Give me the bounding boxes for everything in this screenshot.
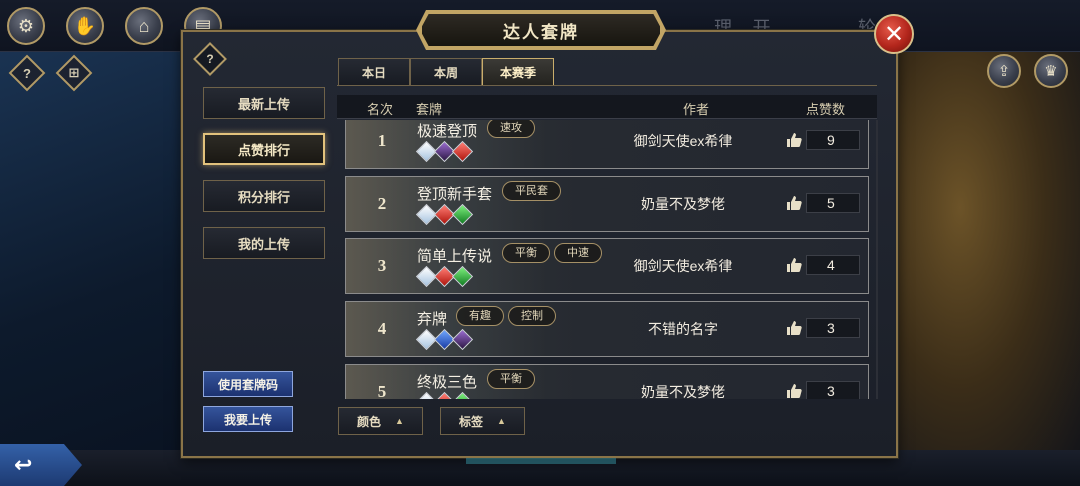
deck-name: 弃牌 (417, 311, 448, 328)
like-count[interactable]: 3 (786, 380, 860, 399)
table-header: 名次 套牌 作者 点赞数 (337, 95, 877, 119)
bottom-glow (466, 458, 616, 464)
handshake-icon: ✋ (73, 15, 97, 36)
share-button[interactable]: ⇪ (987, 54, 1021, 88)
deck-author: 奶量不及梦佬 (641, 384, 725, 399)
row-rank: 3 (377, 256, 387, 275)
tab-season[interactable]: 本赛季 (482, 58, 554, 86)
table-row[interactable]: 3 简单上传说 平衡 中速 御剑天使ex希律 4 (345, 238, 869, 294)
col-deck: 套牌 (416, 102, 443, 117)
color-filter-label: 颜色 (357, 414, 382, 429)
table-row[interactable]: 1 极速登顶 速攻 御剑天使ex希律 9 (345, 120, 869, 169)
col-likes: 点赞数 (806, 102, 846, 117)
home-button[interactable]: ⌂ (125, 7, 163, 45)
gift-icon: ⊞ (68, 65, 80, 80)
list-scrollbar[interactable] (876, 120, 878, 399)
tab-week[interactable]: 本周 (410, 58, 482, 86)
deck-colors (415, 328, 474, 351)
close-button[interactable]: ✕ (874, 14, 914, 54)
deck-name: 极速登顶 (417, 123, 478, 140)
settings-button[interactable]: ⚙ (7, 7, 45, 45)
deck-colors (415, 203, 474, 226)
like-count-value: 9 (806, 130, 860, 150)
deck-tag: 速攻 (487, 120, 535, 138)
deck-colors (415, 265, 474, 288)
side-latest-upload[interactable]: 最新上传 (203, 87, 325, 119)
thumbs-up-icon (787, 384, 802, 398)
deck-name: 终极三色 (417, 374, 478, 391)
thumbs-up-icon (787, 196, 802, 210)
deck-name: 简单上传说 (417, 248, 493, 265)
caret-up-icon: ▲ (497, 416, 506, 426)
color-filter-button[interactable]: 颜色 ▲ (338, 407, 423, 435)
table-row[interactable]: 4 弃牌 有趣 控制 不错的名字 3 (345, 301, 869, 357)
deck-colors (415, 391, 474, 399)
deck-tags: 有趣 控制 (456, 306, 556, 326)
deck-tag: 平衡 (502, 243, 550, 263)
row-rank: 4 (377, 319, 387, 338)
use-deck-code-button[interactable]: 使用套牌码 (203, 371, 293, 397)
tab-divider (337, 85, 877, 86)
like-count[interactable]: 9 (786, 129, 860, 151)
deck-tag: 控制 (508, 306, 556, 326)
like-count[interactable]: 3 (786, 317, 860, 339)
tab-today[interactable]: 本日 (338, 58, 410, 86)
like-count-value: 5 (806, 193, 860, 213)
thumbs-up-icon (787, 133, 802, 147)
deck-tag: 平民套 (502, 181, 561, 201)
share-icon: ⇪ (997, 63, 1011, 80)
help-icon: ? (206, 52, 214, 66)
row-rank: 2 (377, 194, 387, 213)
deck-name: 登顶新手套 (417, 186, 493, 203)
background-left (0, 50, 200, 450)
deck-author: 御剑天使ex希律 (633, 133, 733, 149)
deck-tags: 平衡 (487, 369, 535, 389)
back-arrow-icon: ↩ (14, 452, 33, 477)
green-gem-icon (451, 203, 474, 226)
purple-gem-icon (451, 328, 474, 351)
side-points-ranking[interactable]: 积分排行 (203, 180, 325, 212)
deck-list[interactable]: 1 极速登顶 速攻 御剑天使ex希律 9 2 登顶新手套 平民套 奶量不及梦佬 (340, 120, 876, 399)
like-count[interactable]: 5 (786, 192, 860, 214)
thumbs-up-icon (787, 321, 802, 335)
deck-tags: 平民套 (502, 181, 561, 201)
tag-filter-button[interactable]: 标签 ▲ (440, 407, 525, 435)
col-author: 作者 (683, 102, 710, 117)
gear-icon: ⚙ (17, 15, 35, 36)
deck-author: 不错的名字 (648, 321, 718, 337)
red-gem-icon (451, 140, 474, 163)
col-rank: 名次 (367, 102, 394, 117)
side-my-uploads[interactable]: 我的上传 (203, 227, 325, 259)
handshake-button[interactable]: ✋ (66, 7, 104, 45)
deck-author: 奶量不及梦佬 (641, 196, 725, 212)
home-icon: ⌂ (138, 15, 150, 36)
trophy-icon: ♛ (1044, 63, 1058, 80)
row-rank: 5 (377, 382, 387, 399)
trophy-button[interactable]: ♛ (1034, 54, 1068, 88)
deck-tag: 平衡 (487, 369, 535, 389)
deck-tag: 有趣 (456, 306, 504, 326)
like-count-value: 3 (806, 381, 860, 399)
close-icon: ✕ (883, 20, 905, 48)
table-row[interactable]: 2 登顶新手套 平民套 奶量不及梦佬 5 (345, 176, 869, 232)
deck-tags: 速攻 (487, 120, 535, 138)
thumbs-up-icon (787, 258, 802, 272)
table-row[interactable]: 5 终极三色 平衡 奶量不及梦佬 3 (345, 364, 869, 399)
row-rank: 1 (377, 131, 387, 150)
deck-tags: 平衡 中速 (502, 243, 602, 263)
deck-tag: 中速 (554, 243, 602, 263)
background-right (880, 40, 1080, 460)
like-count[interactable]: 4 (786, 254, 860, 276)
help-icon: ? (23, 65, 31, 81)
tag-filter-label: 标签 (459, 414, 484, 429)
deck-author: 御剑天使ex希律 (633, 258, 733, 274)
panel-title: 达人套牌 (420, 12, 662, 48)
deck-colors (415, 140, 474, 163)
like-count-value: 3 (806, 318, 860, 338)
green-gem-icon (451, 265, 474, 288)
like-count-value: 4 (806, 255, 860, 275)
upload-deck-button[interactable]: 我要上传 (203, 406, 293, 432)
side-likes-ranking[interactable]: 点赞排行 (203, 133, 325, 165)
caret-up-icon: ▲ (395, 416, 404, 426)
